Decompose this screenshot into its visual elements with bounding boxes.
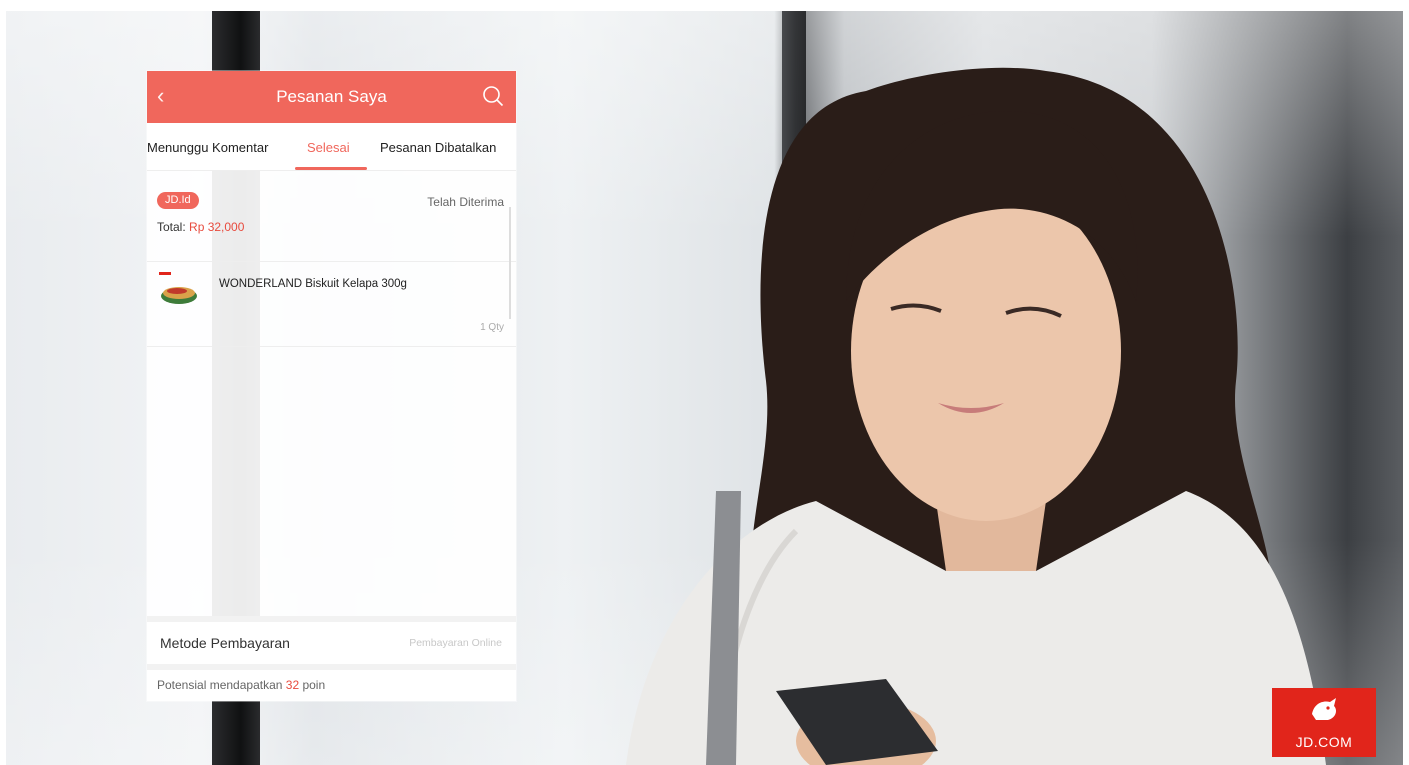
active-tab-indicator bbox=[295, 167, 367, 170]
jd-logo-text: JD.COM bbox=[1295, 734, 1353, 750]
payment-value: Pembayaran Online bbox=[409, 637, 502, 649]
jd-com-logo: JD.COM bbox=[1272, 688, 1376, 757]
order-status: Telah Diterima bbox=[427, 195, 504, 209]
order-card-header[interactable]: JD.Id Telah Diterima Total: Rp 32,000 bbox=[147, 171, 516, 262]
points-row: Potensial mendapatkan 32 poin bbox=[147, 664, 516, 701]
tab-menunggu-komentar[interactable]: Menunggu Komentar bbox=[147, 140, 268, 155]
tab-selesai[interactable]: Selesai bbox=[307, 140, 350, 155]
order-tabs: Menunggu Komentar Selesai Pesanan Dibata… bbox=[147, 123, 516, 171]
page-title: Pesanan Saya bbox=[276, 87, 387, 106]
phone-app-overlay: ‹ Pesanan Saya Menunggu Komentar Selesai… bbox=[147, 71, 516, 701]
order-total: Total: Rp 32,000 bbox=[157, 220, 244, 234]
woman-with-phone-photo bbox=[566, 51, 1326, 765]
points-text: Potensial mendapatkan 32 poin bbox=[157, 678, 325, 692]
payment-method-row[interactable]: Metode Pembayaran Pembayaran Online bbox=[147, 616, 516, 664]
order-item[interactable]: WONDERLAND Biskuit Kelapa 300g 1 Qty bbox=[147, 262, 516, 347]
tab-pesanan-dibatalkan[interactable]: Pesanan Dibatalkan bbox=[380, 140, 496, 155]
total-amount: Rp 32,000 bbox=[189, 220, 245, 234]
store-badge: JD.Id bbox=[157, 192, 199, 209]
app-header: ‹ Pesanan Saya bbox=[147, 71, 516, 123]
total-label: Total: bbox=[157, 220, 186, 234]
scrollbar[interactable] bbox=[509, 207, 511, 319]
product-name: WONDERLAND Biskuit Kelapa 300g bbox=[219, 278, 407, 290]
points-value: 32 bbox=[285, 678, 300, 692]
product-qty: 1 Qty bbox=[480, 322, 504, 333]
jd-mascot-icon bbox=[1312, 698, 1336, 720]
payment-label: Metode Pembayaran bbox=[160, 635, 290, 651]
search-icon[interactable] bbox=[482, 85, 504, 107]
product-thumbnail bbox=[159, 272, 197, 304]
points-suffix: poin bbox=[299, 678, 326, 692]
points-prefix: Potensial mendapatkan bbox=[157, 678, 286, 692]
